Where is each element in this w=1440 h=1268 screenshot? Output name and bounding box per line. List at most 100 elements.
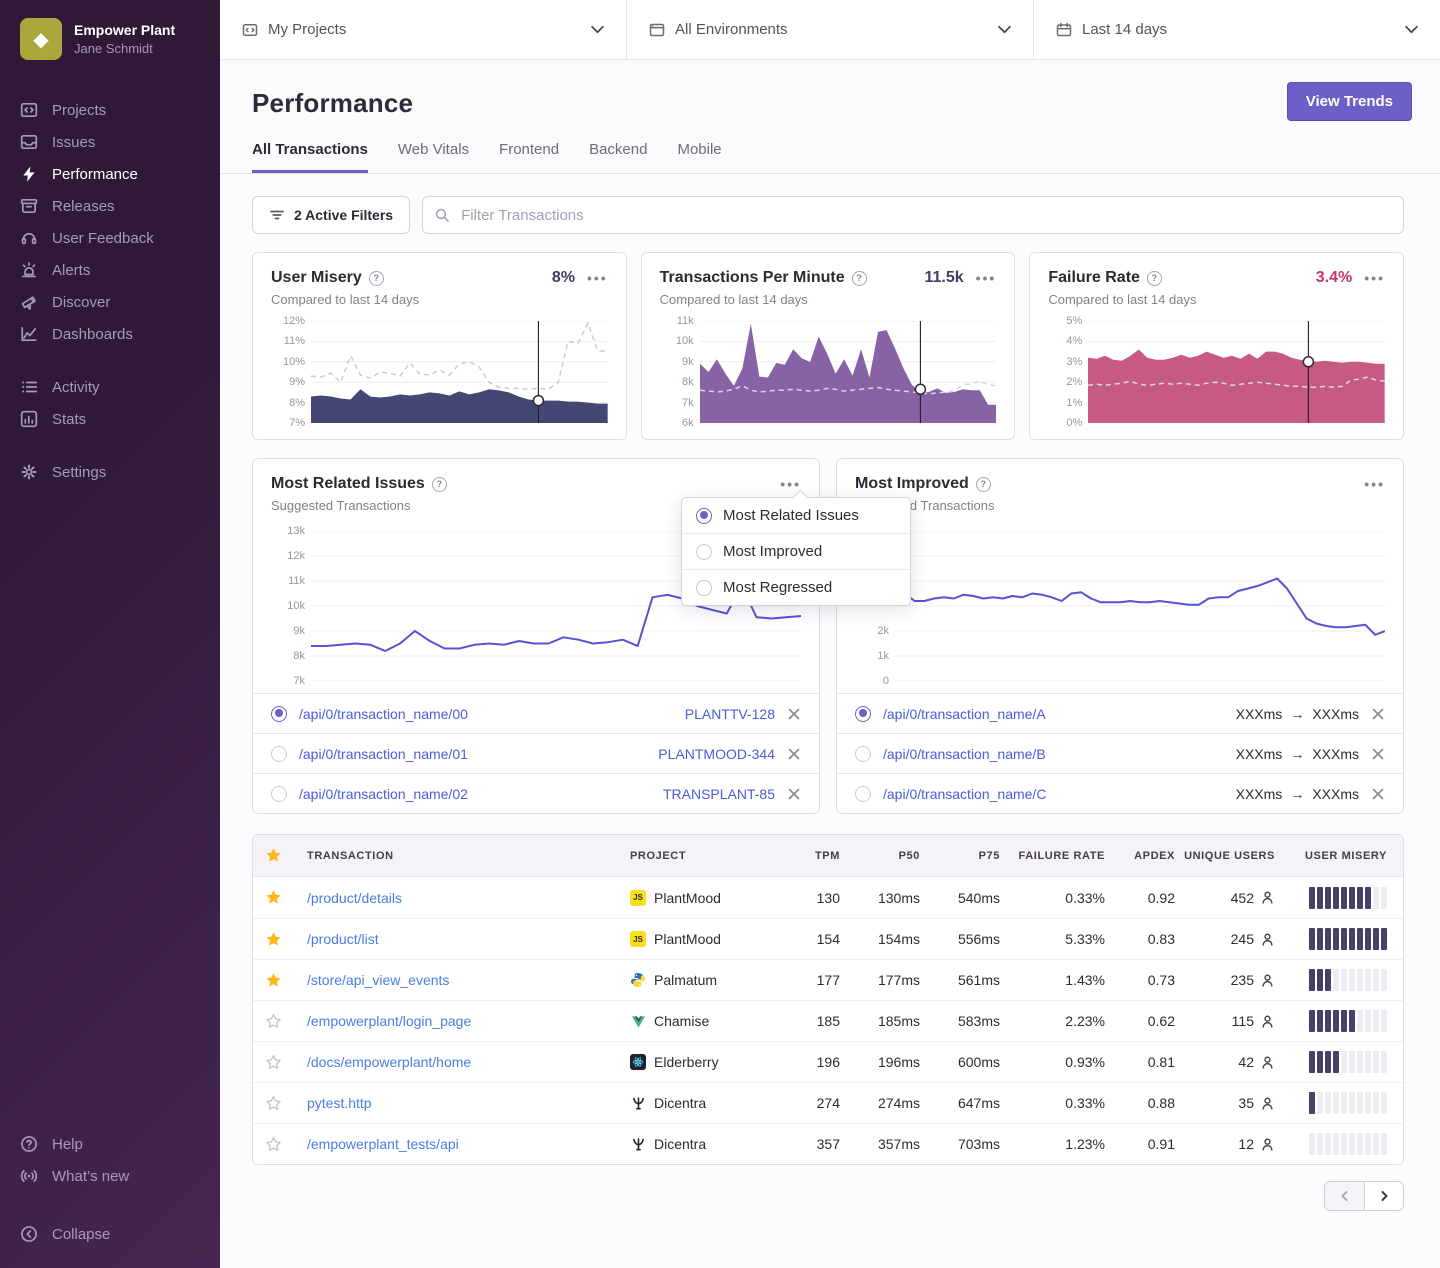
sidebar-item-activity[interactable]: Activity [0,371,220,403]
transaction-link[interactable]: /api/0/transaction_name/00 [299,706,468,722]
transaction-link[interactable]: /empowerplant_tests/api [307,1136,630,1152]
star-outline-icon[interactable] [265,1013,282,1030]
sidebar-collapse-button[interactable]: Collapse [0,1218,220,1250]
transaction-link[interactable]: /api/0/transaction_name/C [883,786,1046,802]
sidebar-item-discover[interactable]: Discover [0,286,220,318]
selector-all-environments[interactable]: All Environments [626,0,1033,59]
issue-link[interactable]: TRANSPLANT-85 [663,786,775,802]
star-outline-icon[interactable] [265,1095,282,1112]
sidebar-item-dashboards[interactable]: Dashboards [0,318,220,350]
sidebar-item-settings[interactable]: Settings [0,456,220,488]
issue-link[interactable]: PLANTMOOD-344 [658,746,775,762]
column-header-user-misery[interactable]: USER MISERY [1275,850,1387,862]
issue-link[interactable]: PLANTTV-128 [685,706,775,722]
star-filled-icon[interactable] [265,972,282,989]
transaction-search-input[interactable] [422,196,1404,234]
close-icon[interactable] [1371,707,1385,721]
view-trends-button[interactable]: View Trends [1287,82,1412,121]
help-icon[interactable]: ? [976,477,991,492]
transaction-link[interactable]: /product/details [307,890,630,906]
menu-item-most-regressed[interactable]: Most Regressed [682,569,910,605]
app-root: ◆ Empower Plant Jane Schmidt Projects Iss… [0,0,1440,1268]
table-row: /docs/empowerplant/homeElderberry196196m… [253,1041,1403,1082]
tpm-value: 185 [780,1013,840,1029]
column-header-apdex[interactable]: APDEX [1105,850,1175,862]
menu-item-most-improved[interactable]: Most Improved [682,533,910,569]
radio-button[interactable] [271,786,287,802]
star-filled-icon[interactable] [265,889,282,906]
radio-button[interactable] [855,786,871,802]
transaction-link[interactable]: /api/0/transaction_name/01 [299,746,468,762]
transaction-link[interactable]: /api/0/transaction_name/B [883,746,1046,762]
sidebar-item-stats[interactable]: Stats [0,403,220,435]
transaction-link[interactable]: /store/api_view_events [307,972,630,988]
sidebar-item-alerts[interactable]: Alerts [0,254,220,286]
transaction-link[interactable]: pytest.http [307,1095,630,1111]
star-outline-icon[interactable] [265,1054,282,1071]
radio-button[interactable] [855,706,871,722]
transaction-link[interactable]: /api/0/transaction_name/02 [299,786,468,802]
ellipsis-menu-icon[interactable]: ••• [1364,271,1385,285]
transaction-link[interactable]: /api/0/transaction_name/A [883,706,1046,722]
star-filled-icon[interactable] [265,931,282,948]
card-subtitle: Compared to last 14 days [1048,292,1385,307]
selector-my-projects[interactable]: My Projects [220,0,626,59]
sidebar-item-releases[interactable]: Releases [0,190,220,222]
column-header-p75[interactable]: P75 [920,850,1000,862]
tab-web-vitals[interactable]: Web Vitals [398,141,469,173]
column-header-p50[interactable]: P50 [840,850,920,862]
radio-button[interactable] [271,746,287,762]
previous-page-button[interactable] [1324,1181,1364,1211]
sidebar-item-issues[interactable]: Issues [0,126,220,158]
column-header-tpm[interactable]: TPM [780,850,840,862]
close-icon[interactable] [1371,747,1385,761]
radio-button[interactable] [696,508,712,524]
radio-button[interactable] [271,706,287,722]
sidebar-item-projects[interactable]: Projects [0,94,220,126]
radio-button[interactable] [696,580,712,596]
star-header-icon[interactable] [265,847,282,864]
unique-users-cell: 115 [1175,1013,1275,1029]
tab-frontend[interactable]: Frontend [499,141,559,173]
transaction-link[interactable]: /empowerplant/login_page [307,1013,630,1029]
close-icon[interactable] [1371,787,1385,801]
transaction-link[interactable]: /docs/empowerplant/home [307,1054,630,1070]
sidebar-item-user-feedback[interactable]: User Feedback [0,222,220,254]
help-icon[interactable]: ? [432,477,447,492]
column-header-unique-users[interactable]: UNIQUE USERS [1175,850,1275,862]
star-outline-icon[interactable] [265,1136,282,1153]
sidebar-item-label: Projects [52,102,106,119]
ellipsis-menu-icon[interactable]: ••• [587,271,608,285]
help-icon[interactable]: ? [1147,271,1162,286]
apdex-value: 0.73 [1105,972,1175,988]
help-icon[interactable]: ? [369,271,384,286]
ellipsis-menu-icon[interactable]: ••• [1364,477,1385,491]
tpm-value: 196 [780,1054,840,1070]
sidebar-item-performance[interactable]: Performance [0,158,220,190]
close-icon[interactable] [787,787,801,801]
radio-button[interactable] [855,746,871,762]
ellipsis-menu-icon[interactable]: ••• [976,271,997,285]
selector-last-14-days[interactable]: Last 14 days [1033,0,1440,59]
tab-mobile[interactable]: Mobile [677,141,721,173]
column-header-failure-rate[interactable]: FAILURE RATE [1000,850,1105,862]
org-switcher[interactable]: ◆ Empower Plant Jane Schmidt [0,0,220,70]
tab-backend[interactable]: Backend [589,141,647,173]
sidebar-item-help[interactable]: Help [0,1128,220,1160]
help-icon[interactable]: ? [852,271,867,286]
close-icon[interactable] [787,707,801,721]
sidebar-item-what-s-new[interactable]: What’s new [0,1160,220,1192]
column-header-transaction[interactable]: TRANSACTION [307,850,630,862]
menu-item-label: Most Related Issues [723,507,859,524]
column-header-project[interactable]: PROJECT [630,850,780,862]
active-filters-button[interactable]: 2 Active Filters [252,196,410,234]
ellipsis-menu-icon[interactable]: ••• [780,477,801,491]
menu-item-most-related-issues[interactable]: Most Related Issues [682,498,910,533]
tab-all-transactions[interactable]: All Transactions [252,141,368,173]
filter-icon [269,207,285,223]
next-page-button[interactable] [1364,1181,1404,1211]
releases-icon [20,197,38,215]
radio-button[interactable] [696,544,712,560]
close-icon[interactable] [787,747,801,761]
transaction-link[interactable]: /product/list [307,931,630,947]
